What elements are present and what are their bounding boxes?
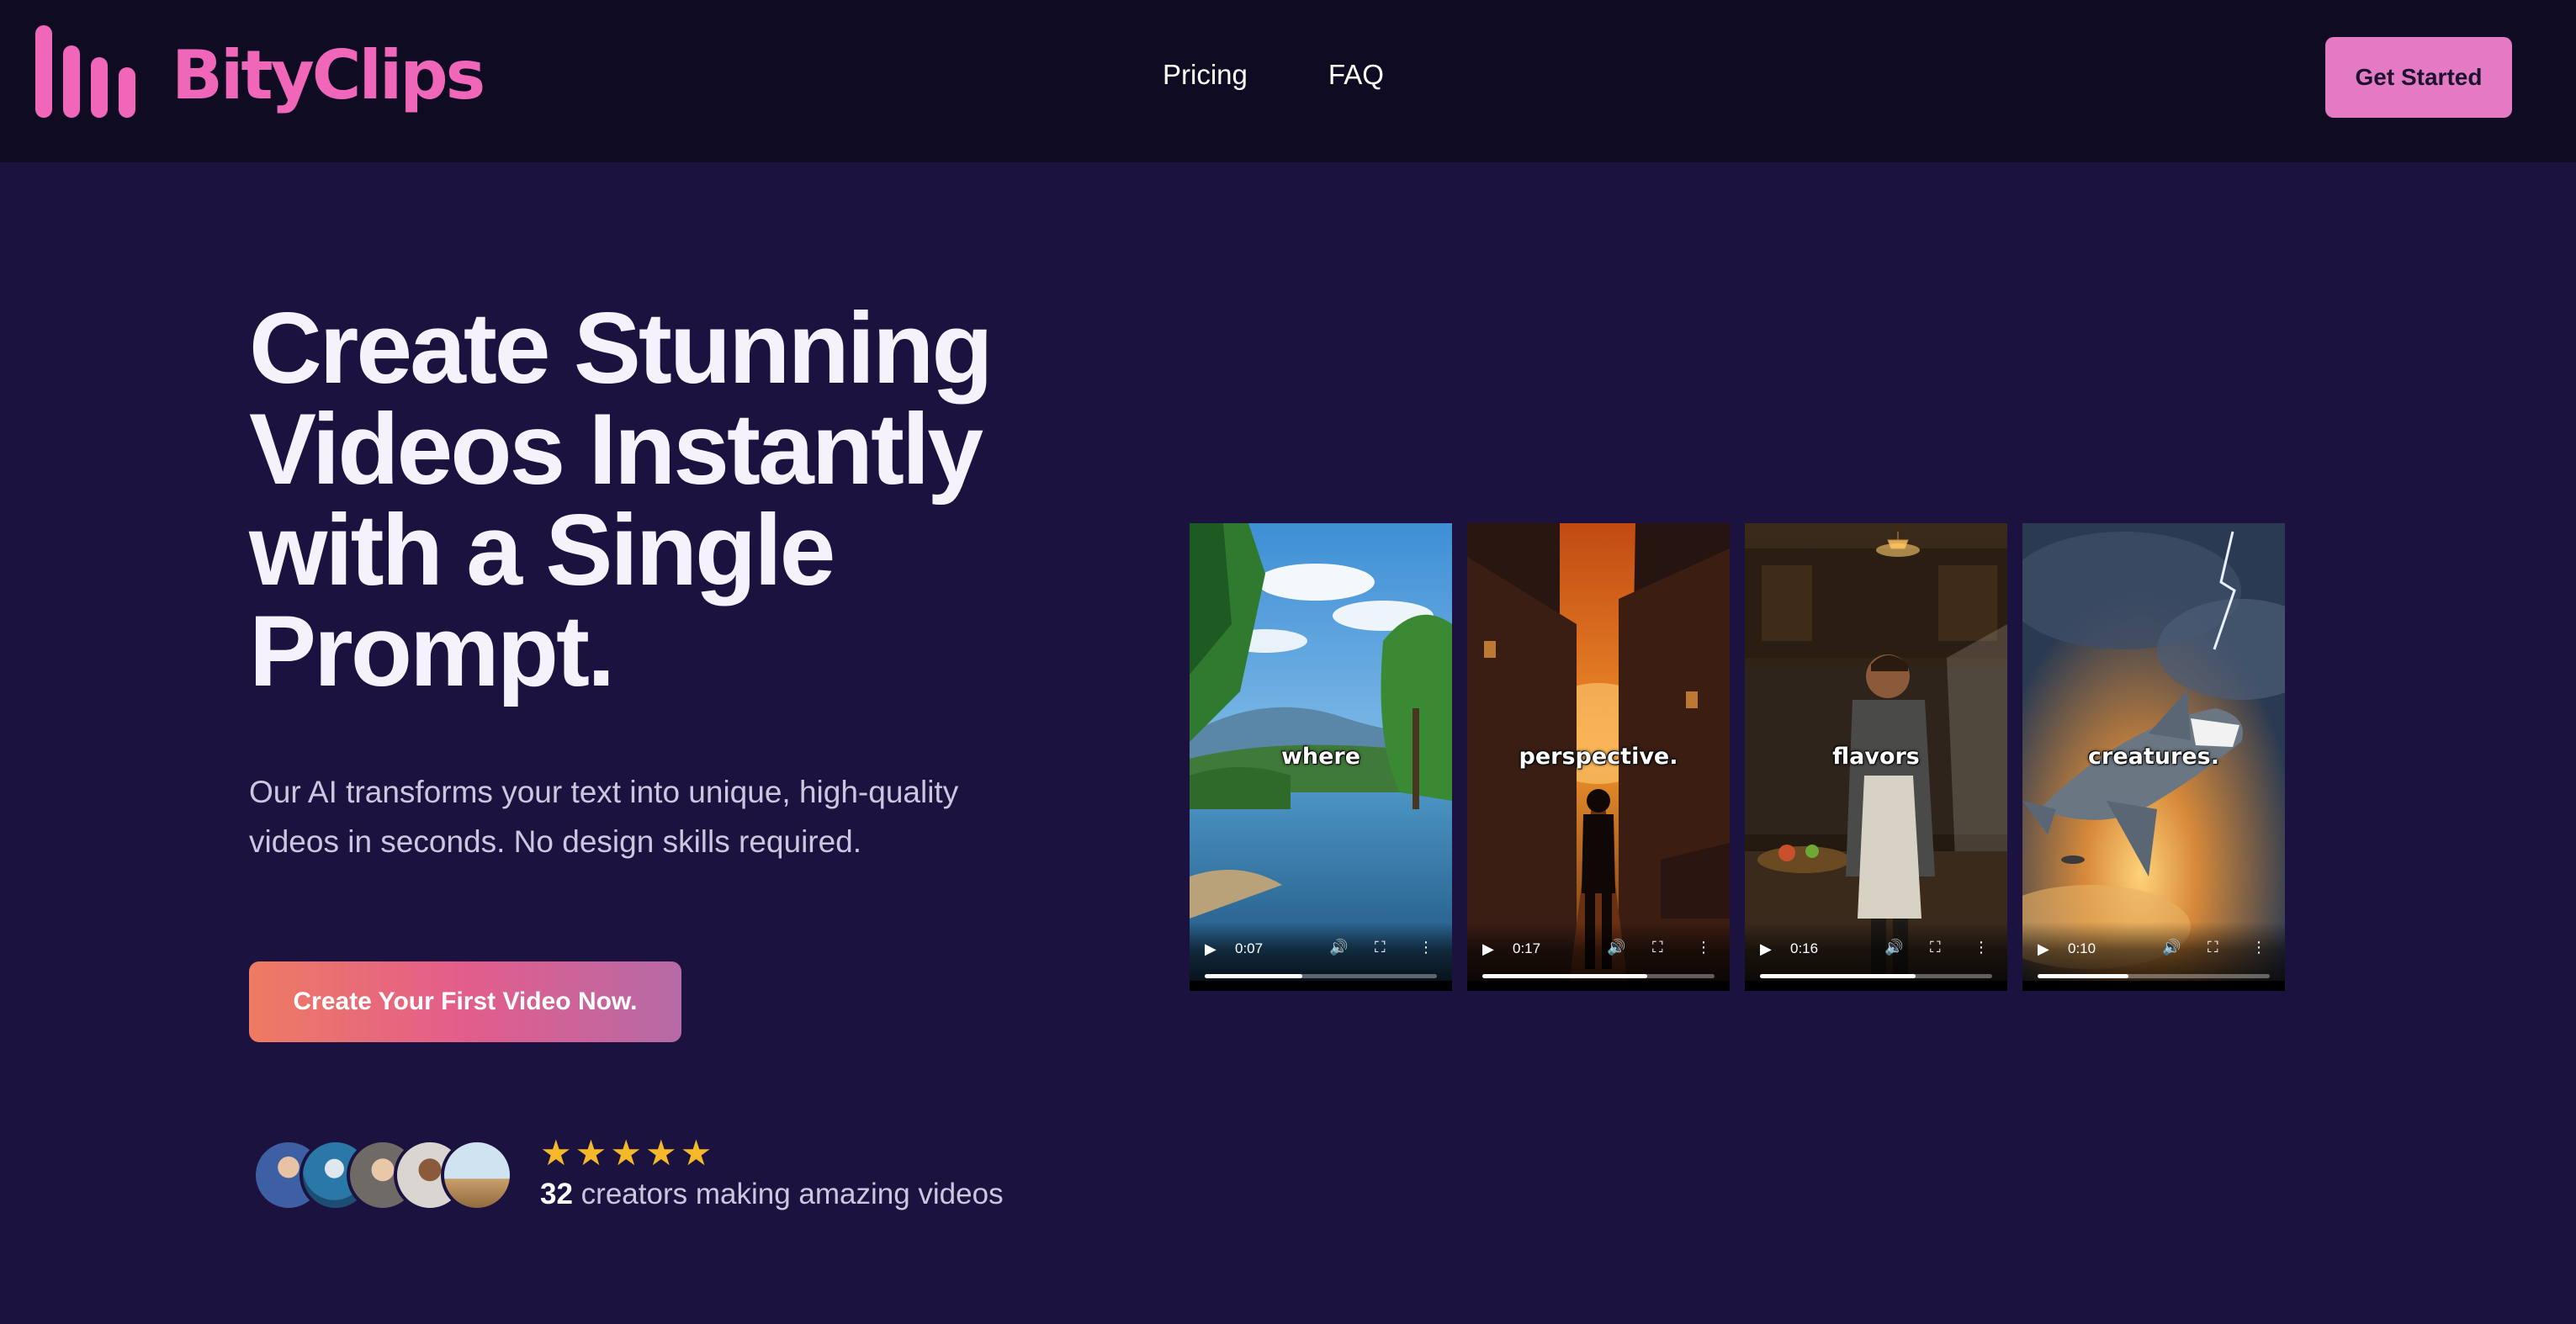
video-time: 0:10 [2068, 940, 2096, 956]
video-bottom-edge [1745, 981, 2007, 991]
video-progress-fill [1760, 974, 1916, 978]
fullscreen-icon[interactable]: ⛶ [1652, 939, 1663, 956]
fullscreen-icon[interactable]: ⛶ [2208, 939, 2218, 956]
creator-count-text: 32 creators making amazing videos [540, 1178, 1004, 1211]
play-icon[interactable]: ▶ [1205, 940, 1216, 958]
hero-subtitle-line: videos in seconds. No design skills requ… [249, 824, 862, 859]
hero-title-line: Prompt. [249, 595, 615, 707]
create-first-video-button[interactable]: Create Your First Video Now. [249, 961, 681, 1042]
video-progress-fill [1482, 974, 1647, 978]
video-bottom-edge [2022, 981, 2285, 991]
video-time: 0:16 [1790, 940, 1819, 956]
rating-stars: ★ ★ ★ ★ ★ [540, 1136, 712, 1171]
more-options-icon[interactable]: ⋮ [1974, 939, 1989, 956]
hero-title-line: with a Single [249, 494, 835, 606]
star-icon: ★ [540, 1133, 572, 1173]
volume-icon[interactable]: 🔊 [1884, 939, 1903, 956]
top-nav-bar: BityClips Pricing FAQ Get Started [0, 0, 2576, 162]
creator-count-label: creators making amazing videos [580, 1178, 1004, 1210]
creator-avatars [252, 1139, 515, 1211]
video-caption: where [1280, 744, 1361, 770]
video-progress-bar[interactable] [1482, 974, 1715, 978]
avatar [441, 1139, 513, 1211]
video-bottom-edge [1467, 981, 1730, 991]
volume-icon[interactable]: 🔊 [2162, 939, 2181, 956]
more-options-icon[interactable]: ⋮ [1418, 939, 1434, 956]
video-time: 0:17 [1513, 940, 1541, 956]
video-player-city[interactable]: perspective. ▶ 0:17 🔊 ⛶ ⋮ [1467, 523, 1730, 991]
play-icon[interactable]: ▶ [2038, 940, 2049, 958]
main-nav: Pricing FAQ [1163, 59, 1384, 91]
video-progress-bar[interactable] [1760, 974, 1992, 978]
video-player-landscape[interactable]: where ▶ 0:07 🔊 ⛶ ⋮ [1190, 523, 1452, 991]
fullscreen-icon[interactable]: ⛶ [1930, 939, 1941, 956]
play-icon[interactable]: ▶ [1482, 940, 1494, 958]
hero-title: Create Stunning Videos Instantly with a … [249, 298, 1090, 702]
nav-link-pricing[interactable]: Pricing [1163, 59, 1248, 91]
star-icon: ★ [680, 1133, 713, 1173]
more-options-icon[interactable]: ⋮ [1696, 939, 1711, 956]
video-progress-fill [2038, 974, 2128, 978]
brand-logo[interactable]: BityClips [35, 17, 485, 126]
nav-link-faq[interactable]: FAQ [1328, 59, 1384, 91]
star-icon: ★ [575, 1133, 607, 1173]
video-player-creatures[interactable]: creatures. ▶ 0:10 🔊 ⛶ ⋮ [2022, 523, 2285, 991]
video-caption: flavors [1832, 744, 1920, 770]
creator-count: 32 [540, 1178, 573, 1210]
hero-subtitle-line: Our AI transforms your text into unique,… [249, 775, 959, 809]
get-started-button[interactable]: Get Started [2325, 37, 2512, 118]
video-progress-bar[interactable] [1205, 974, 1437, 978]
video-progress-fill [1205, 974, 1302, 978]
more-options-icon[interactable]: ⋮ [2251, 939, 2266, 956]
volume-icon[interactable]: 🔊 [1329, 939, 1348, 956]
hero-title-line: Videos Instantly [249, 393, 983, 506]
video-caption: perspective. [1519, 744, 1678, 770]
video-bottom-edge [1190, 981, 1452, 991]
hero-subtitle: Our AI transforms your text into unique,… [249, 767, 1048, 866]
video-player-kitchen[interactable]: flavors ▶ 0:16 🔊 ⛶ ⋮ [1745, 523, 2007, 991]
logo-bars-icon [35, 25, 140, 118]
star-icon: ★ [644, 1133, 677, 1173]
star-icon: ★ [610, 1133, 642, 1173]
video-progress-bar[interactable] [2038, 974, 2270, 978]
video-time: 0:07 [1235, 940, 1264, 956]
video-caption: creatures. [2088, 744, 2219, 770]
volume-icon[interactable]: 🔊 [1607, 939, 1625, 956]
hero-title-line: Create Stunning [249, 292, 994, 405]
play-icon[interactable]: ▶ [1760, 940, 1772, 958]
brand-name: BityClips [172, 35, 485, 114]
fullscreen-icon[interactable]: ⛶ [1375, 939, 1386, 956]
